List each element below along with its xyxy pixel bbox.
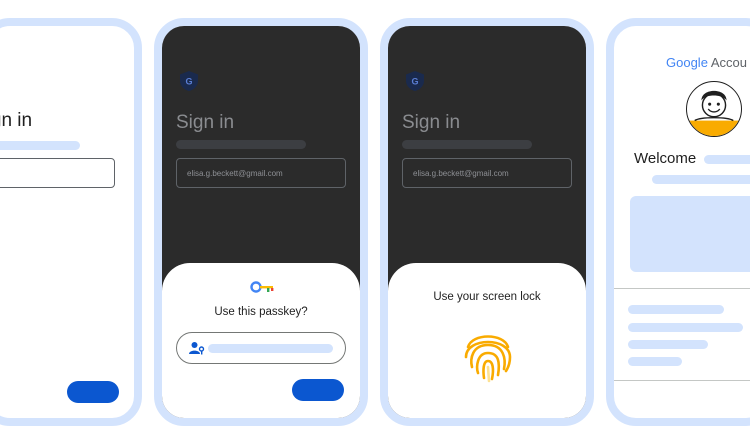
divider — [614, 288, 750, 289]
phone-passkey-prompt: G Sign in elisa.g.beckett@gmail.com Use … — [154, 18, 368, 426]
subtitle-placeholder — [402, 140, 532, 149]
welcome-heading: Welcome — [634, 150, 697, 167]
name-placeholder — [704, 155, 750, 164]
email-placeholder — [652, 175, 750, 184]
google-account-brand: Google Accou — [666, 55, 747, 70]
content-card — [630, 196, 750, 272]
shield-g-icon: G — [180, 71, 198, 91]
shield-g-icon: G — [406, 71, 424, 91]
passkey-key-icon — [250, 281, 274, 293]
subtitle-placeholder — [0, 141, 80, 150]
svg-text:G: G — [411, 77, 418, 87]
avatar — [686, 81, 742, 137]
list-item-placeholder — [628, 305, 724, 314]
page-title: Sign in — [0, 110, 33, 131]
page-title: Sign in — [402, 112, 461, 133]
fingerprint-icon[interactable] — [458, 323, 518, 383]
email-field: elisa.g.beckett@gmail.com — [402, 158, 572, 188]
email-field[interactable] — [0, 158, 115, 188]
account-label: Accou — [710, 55, 747, 70]
phone-google-account-welcome: Google Accou Welcome — [606, 18, 750, 426]
list-item-placeholder — [628, 323, 743, 332]
screen-lock-bottom-sheet: Use your screen lock — [388, 263, 586, 418]
svg-text:G: G — [185, 77, 192, 87]
divider — [614, 380, 750, 381]
google-logo: Google — [666, 55, 708, 70]
person-key-icon — [189, 342, 205, 355]
passkey-bottom-sheet: Use this passkey? — [162, 263, 360, 418]
page-title: Sign in — [176, 112, 235, 133]
subtitle-placeholder — [176, 140, 306, 149]
account-name-placeholder — [208, 344, 333, 353]
passkey-account-option[interactable] — [176, 332, 346, 364]
list-item-placeholder — [628, 357, 682, 366]
email-field: elisa.g.beckett@gmail.com — [176, 158, 346, 188]
list-item-placeholder — [628, 340, 708, 349]
phone-signin-light: Sign in — [0, 18, 142, 426]
screen-lock-title: Use your screen lock — [433, 291, 541, 303]
next-button[interactable] — [67, 381, 119, 403]
continue-button[interactable] — [292, 379, 344, 401]
passkey-prompt-title: Use this passkey? — [214, 306, 308, 318]
avatar-icon — [687, 90, 741, 136]
phone-screen-lock: G Sign in elisa.g.beckett@gmail.com Use … — [380, 18, 594, 426]
